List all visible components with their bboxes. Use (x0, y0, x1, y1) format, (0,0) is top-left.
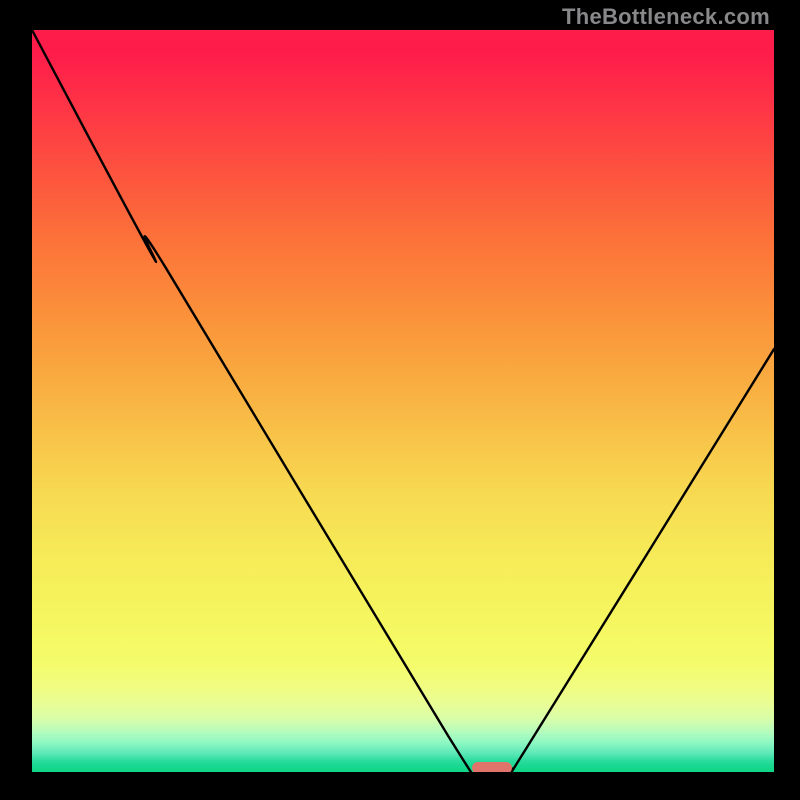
watermark-text: TheBottleneck.com (562, 4, 770, 30)
plot-area (32, 30, 774, 772)
chart-container: TheBottleneck.com (0, 0, 800, 800)
optimal-marker (472, 762, 513, 772)
curve-svg (32, 30, 774, 772)
bottleneck-curve (32, 30, 774, 772)
